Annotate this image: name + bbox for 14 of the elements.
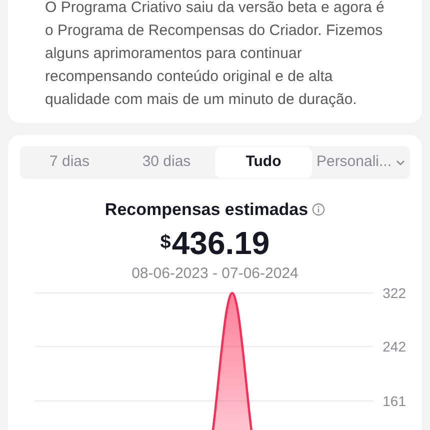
chevron-down-icon <box>396 160 405 166</box>
summary-title: Recompensas estimadas <box>104 199 308 221</box>
info-icon[interactable] <box>312 203 326 216</box>
y-axis-label: 161 <box>382 393 406 409</box>
y-axis-label: 322 <box>382 285 406 301</box>
range-tab[interactable]: 30 dias <box>118 147 215 178</box>
currency-symbol: $ <box>160 231 171 255</box>
y-axis-label: 242 <box>382 338 406 355</box>
date-range: 08-06-2023 - 07-06-2024 <box>130 264 300 284</box>
range-tab[interactable]: 7 dias <box>21 147 118 178</box>
period-dropdown[interactable]: Personali... <box>312 147 409 178</box>
range-tab[interactable]: Tudo <box>215 147 312 178</box>
notice-text: O Programa Criativo saiu da versão beta e agora é o Programa de Recompensas do Criador. Fizemos alguns aprimoramentos para continuar recompensando conteúdo original e de alta qualidade com mais de um minuto de duração. <box>45 0 385 110</box>
reward-amount: 436.19 <box>172 224 270 260</box>
